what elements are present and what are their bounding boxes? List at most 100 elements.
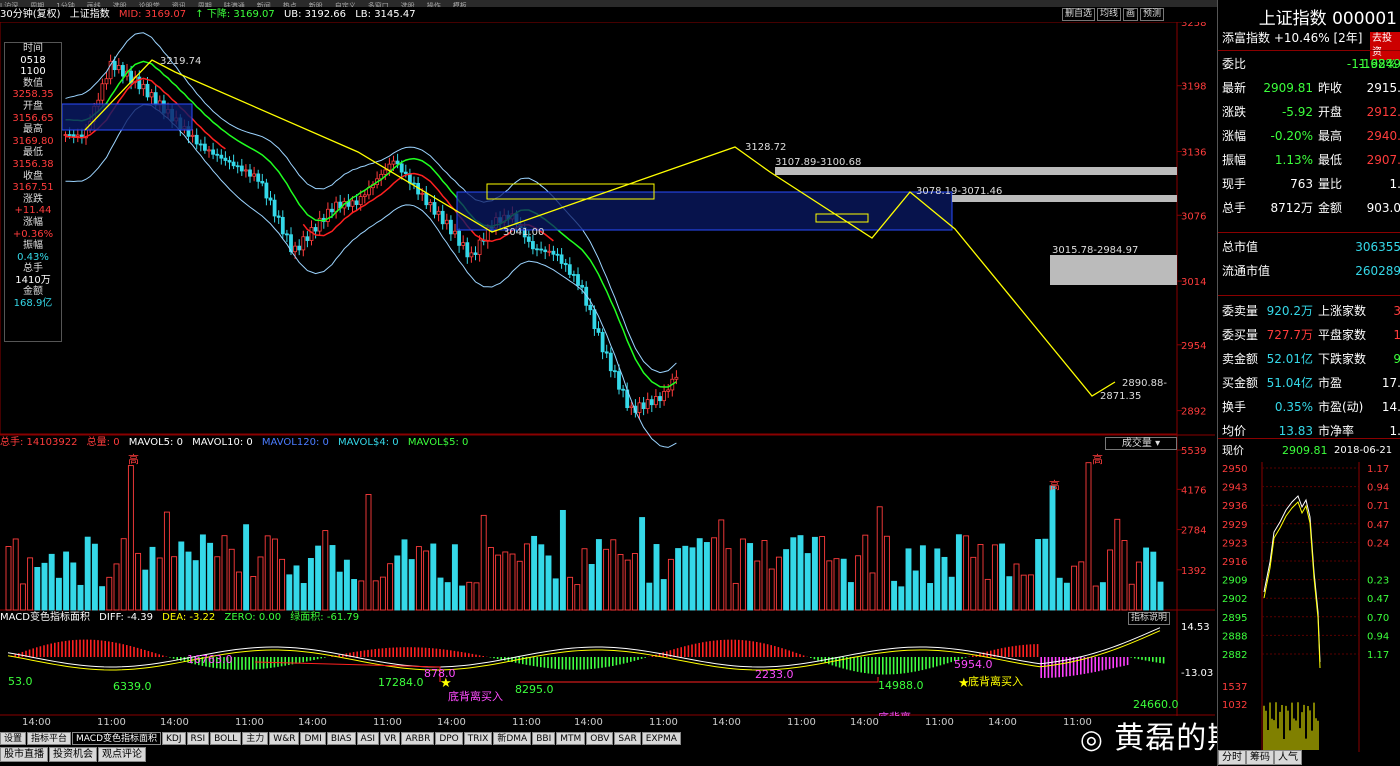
down-value: ↑ 下降: 3169.07 xyxy=(195,9,275,20)
candle-body xyxy=(387,163,392,171)
indicator-tab[interactable]: BIAS xyxy=(326,732,356,745)
topbar-item[interactable]: 论股堂 xyxy=(139,3,160,8)
mini-tab[interactable]: 筹码 xyxy=(1246,750,1274,765)
volume-bar xyxy=(1078,561,1085,611)
mini-price-label: 2888 xyxy=(1222,631,1247,642)
forecast-button[interactable]: 预测 xyxy=(1140,8,1165,21)
mini-chart-header: 现价 2909.81 2018-06-21 xyxy=(1222,443,1400,459)
topbar-item[interactable]: 画线 xyxy=(87,3,101,8)
period-label[interactable]: 30分钟(复权) xyxy=(0,9,61,20)
indicator-tab[interactable]: BBI xyxy=(532,732,556,745)
candle-body xyxy=(539,248,543,251)
topbar-item[interactable]: 新股 xyxy=(309,3,323,8)
candle-body xyxy=(280,216,285,235)
volume-bar xyxy=(523,543,530,611)
volume-bar xyxy=(840,558,847,611)
topbar-item[interactable]: 陆港通 xyxy=(224,3,245,8)
indicator-help-button[interactable]: 指标说明 xyxy=(1128,612,1171,625)
indicator-tab[interactable]: OBV xyxy=(586,732,614,745)
topbar-item[interactable]: 新闻 xyxy=(257,3,271,8)
candle-body xyxy=(207,149,211,152)
bottom-tab[interactable]: 投资机会 xyxy=(49,747,97,762)
vol-ma5: MAVOL5: 0 xyxy=(128,437,183,448)
indicator-tab[interactable]: VR xyxy=(380,732,401,745)
topbar-item[interactable]: Ⅰ 沪深 xyxy=(0,3,18,8)
candle-body xyxy=(604,351,609,354)
candle-body xyxy=(141,83,146,90)
volume-bar xyxy=(833,558,840,611)
volume-bar xyxy=(459,585,466,611)
candle-body xyxy=(658,396,662,402)
weibo-icon: ◎ xyxy=(1080,725,1104,755)
indicator-tab[interactable]: ARBR xyxy=(401,732,435,745)
volume-bar xyxy=(27,557,34,611)
indicator-tab[interactable]: TRIX xyxy=(463,732,493,745)
mini-price-label: 2916 xyxy=(1222,557,1247,568)
indicator-tab[interactable]: DPO xyxy=(435,732,463,745)
volume-bar xyxy=(847,582,854,611)
macd-area-label: 24660.0 xyxy=(1133,698,1179,711)
indicator-tab[interactable]: RSI xyxy=(186,732,210,745)
indicator-tab[interactable]: ASI xyxy=(356,732,380,745)
time-axis-label: 11:00 xyxy=(97,717,126,728)
volume-type-select[interactable]: 成交量 ▾ xyxy=(1105,437,1177,450)
quote-value: 306355 xyxy=(1355,240,1400,254)
indicator-tab[interactable]: 指标平台 xyxy=(27,732,72,745)
volume-bar xyxy=(343,559,350,611)
intraday-mini-chart[interactable]: 2950 2943 2936 2929 2923 2916 2909 2902 2895 2888… xyxy=(1218,462,1400,752)
indicator-tab[interactable]: 设置 xyxy=(0,732,27,745)
topbar-item[interactable]: 周期 xyxy=(30,3,44,8)
candle-body xyxy=(305,236,310,241)
quote-label: 总市值 xyxy=(1222,240,1259,254)
mini-tab[interactable]: 人气 xyxy=(1274,750,1302,765)
topbar-item[interactable]: 模板 xyxy=(453,3,467,8)
indicator-tab[interactable]: SAR xyxy=(614,732,641,745)
volume-bar xyxy=(127,465,134,611)
candle-body xyxy=(383,169,388,175)
price-annotation: 3219.74 xyxy=(160,56,201,67)
candle-body xyxy=(100,83,105,101)
indicator-tab[interactable]: BOLL xyxy=(210,732,242,745)
price-annotation: 3107.89-3100.68 xyxy=(775,157,861,168)
time-axis-label: 14:00 xyxy=(988,717,1017,728)
candle-body xyxy=(551,250,556,255)
topbar-item[interactable]: 多窗口 xyxy=(368,3,389,8)
mini-price-label: 2895 xyxy=(1222,613,1247,624)
vol-mas5: MAVOL$5: 0 xyxy=(407,437,469,448)
tip-time-label: 时间 xyxy=(23,43,43,54)
volume-bar xyxy=(163,511,170,611)
indicator-tab[interactable]: EXPMA xyxy=(641,732,681,745)
topbar-item[interactable]: 自定义 xyxy=(335,3,356,8)
indicator-tab[interactable]: MACD变色指标面积 xyxy=(72,732,162,745)
topbar-item[interactable]: 资讯 xyxy=(172,3,186,8)
candle-body xyxy=(621,388,625,391)
topbar-item[interactable]: 周期 xyxy=(198,3,212,8)
indicator-tab[interactable]: MTM xyxy=(556,732,586,745)
indicator-tab[interactable]: DMI xyxy=(300,732,326,745)
mean-line-button[interactable]: 均线 xyxy=(1097,8,1122,21)
volume-bar xyxy=(711,537,718,611)
topbar-item[interactable]: 1分钟 xyxy=(56,3,74,8)
bottom-tab[interactable]: 股市直播 xyxy=(0,747,48,762)
price-axis-label: 2954 xyxy=(1181,341,1206,352)
quote-value: 0.35% xyxy=(1274,400,1313,414)
remove-favorite-button[interactable]: 删自选 xyxy=(1062,8,1096,21)
topbar-item[interactable]: 热点 xyxy=(283,3,297,8)
chart-info-bar: 30分钟(复权) 上证指数 MID: 3169.07 ↑ 下降: 3169.07… xyxy=(0,8,1215,22)
topbar-item[interactable]: 选股 xyxy=(113,3,127,8)
mini-tab[interactable]: 分时 xyxy=(1218,750,1246,765)
indicator-tab[interactable]: KDJ xyxy=(162,732,186,745)
indicator-tab[interactable]: W&R xyxy=(269,732,300,745)
topbar-item[interactable]: 操作 xyxy=(427,3,441,8)
volume-bar xyxy=(207,542,214,611)
candle-body xyxy=(477,239,482,255)
volume-bar xyxy=(689,547,696,611)
indicator-tab[interactable]: 主力 xyxy=(242,732,269,745)
macd-axis-label: -13.03 xyxy=(1181,668,1213,679)
topbar-item[interactable]: 选股 xyxy=(401,3,415,8)
draw-button[interactable]: 画 xyxy=(1123,8,1139,21)
indicator-tab[interactable]: 新DMA xyxy=(493,732,532,745)
bottom-tab[interactable]: 观点评论 xyxy=(98,747,146,762)
volume-bar xyxy=(1135,561,1142,611)
volume-bar xyxy=(113,563,120,611)
